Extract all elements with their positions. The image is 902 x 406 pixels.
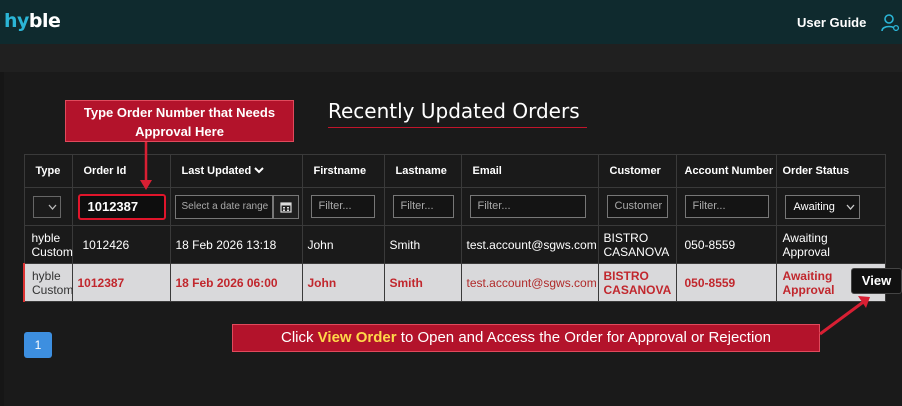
order-id-filter-input[interactable]: 1012387 [77, 193, 166, 220]
row-last-updated: 18 Feb 2026 13:18 [169, 225, 303, 264]
orders-table: Type Order Id Last Updated Firstname Las… [23, 154, 886, 302]
row-firstname: John [301, 263, 385, 302]
row-account: 050-8559 [675, 225, 777, 264]
row-account: 050-8559 [675, 263, 777, 302]
row-lastname: Smith [383, 263, 462, 302]
sub-header-band [0, 44, 902, 72]
row-type: hyble [32, 268, 61, 283]
row-customer: BISTRO [603, 230, 649, 245]
row-type: Custom [31, 244, 73, 259]
row-status: Approval [782, 244, 830, 259]
row-lastname: Smith [383, 225, 462, 264]
row-email: test.account@sgws.com [460, 225, 599, 264]
order-status-filter-select[interactable]: Awaiting [784, 194, 860, 219]
account-filter-input[interactable]: Filter... [684, 195, 769, 218]
filter-row: 1012387 Select a date range Filter... Fi… [23, 187, 886, 226]
lastname-filter-input[interactable]: Filter... [392, 195, 454, 218]
view-order-button[interactable]: View [851, 268, 902, 294]
email-filter-input[interactable]: Filter... [469, 195, 586, 218]
row-status: Awaiting [782, 230, 828, 245]
col-account-number[interactable]: Account Number [675, 154, 777, 188]
row-type: hyble [31, 230, 61, 245]
row-type: Custom [32, 282, 74, 297]
header-row: Type Order Id Last Updated Firstname Las… [23, 154, 886, 188]
row-last-updated: 18 Feb 2026 06:00 [169, 263, 303, 302]
col-firstname[interactable]: Firstname [301, 154, 385, 188]
col-order-id[interactable]: Order Id [71, 154, 171, 188]
chevron-down-icon [846, 204, 854, 210]
view-order-callout: Click View Order to Open and Access the … [232, 324, 820, 352]
row-customer: BISTRO [603, 268, 649, 283]
row-email: test.account@sgws.com [460, 263, 599, 302]
order-number-callout: Type Order Number that Needs Approval He… [65, 100, 294, 142]
pagination-page-button[interactable]: 1 [24, 332, 52, 358]
table-row[interactable]: hyble Custom 1012426 18 Feb 2026 13:18 Jo… [23, 225, 886, 264]
row-firstname: John [301, 225, 385, 264]
col-customer[interactable]: Customer [597, 154, 677, 188]
row-order-id: 1012426 [71, 225, 171, 264]
col-last-updated[interactable]: Last Updated [169, 154, 303, 188]
col-lastname[interactable]: Lastname [383, 154, 462, 188]
row-customer: CASANOVA [603, 244, 670, 259]
date-range-filter[interactable]: Select a date range [174, 194, 302, 219]
customer-filter-input[interactable]: Customer [606, 195, 668, 218]
col-email[interactable]: Email [460, 154, 599, 188]
chevron-down-icon [48, 204, 56, 210]
calendar-icon[interactable] [272, 194, 299, 219]
date-range-input[interactable]: Select a date range [174, 194, 273, 219]
hyble-logo[interactable]: hyble [4, 10, 61, 32]
top-navbar: hyble User Guide [0, 0, 902, 44]
user-settings-icon[interactable] [880, 13, 900, 33]
firstname-filter-input[interactable]: Filter... [310, 195, 375, 218]
row-customer: CASANOVA [603, 282, 672, 297]
col-order-status[interactable]: Order Status [775, 154, 886, 188]
title-underline [328, 127, 587, 128]
table-row-highlighted[interactable]: hyble Custom 1012387 18 Feb 2026 06:00 Jo… [23, 263, 886, 302]
chevron-down-icon [254, 167, 264, 174]
row-order-id: 1012387 [71, 263, 171, 302]
type-filter-select[interactable] [32, 195, 61, 218]
user-guide-link[interactable]: User Guide [797, 15, 866, 30]
page-title: Recently Updated Orders [328, 99, 580, 123]
col-type[interactable]: Type [23, 154, 73, 188]
